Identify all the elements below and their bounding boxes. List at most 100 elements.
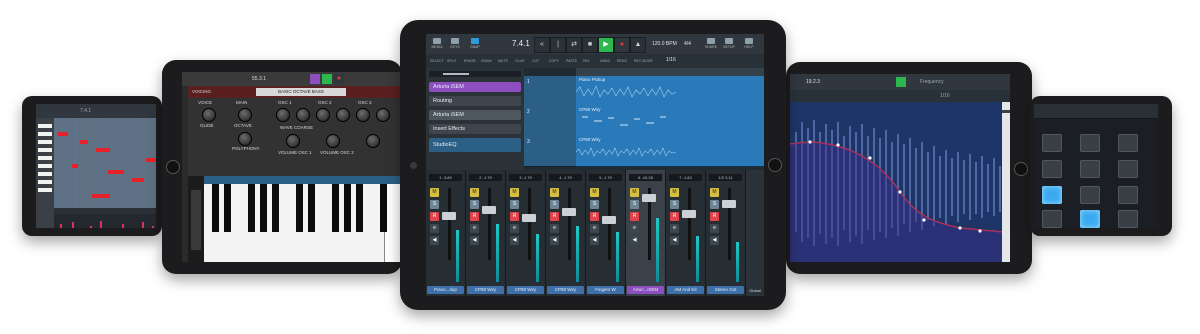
solo-button[interactable]: S bbox=[590, 200, 599, 209]
quantize-display[interactable]: 1/16 bbox=[666, 57, 676, 63]
global-panel[interactable]: Global bbox=[746, 170, 764, 296]
preset-tab[interactable]: VOICING bbox=[192, 89, 211, 94]
channel-name[interactable]: CP80 Wiry bbox=[547, 286, 584, 294]
pan-display[interactable]: 2 -1.79 bbox=[469, 174, 502, 181]
track-header[interactable]: 2 bbox=[524, 106, 576, 137]
volume-fader[interactable] bbox=[722, 200, 736, 208]
metronome-button[interactable]: ▲ bbox=[630, 37, 646, 53]
mute-button[interactable]: M bbox=[710, 188, 719, 197]
osc1-wave-knob[interactable] bbox=[276, 108, 290, 122]
black-key[interactable] bbox=[380, 184, 387, 232]
channel-name[interactable]: Piano...dup bbox=[427, 286, 464, 294]
automation-editor[interactable] bbox=[790, 102, 1010, 262]
monitor-button[interactable]: ◀ bbox=[710, 236, 719, 245]
record-arm-button[interactable]: R bbox=[470, 212, 479, 221]
volume-fader[interactable] bbox=[522, 214, 536, 222]
edit-button[interactable]: e bbox=[550, 224, 559, 233]
routing-row[interactable]: Routing bbox=[429, 96, 521, 106]
volume-fader[interactable] bbox=[602, 216, 616, 224]
solo-button[interactable]: S bbox=[470, 200, 479, 209]
pan-display[interactable]: 6 -10.28 bbox=[629, 174, 662, 181]
tool-draw[interactable]: DRAW bbox=[481, 59, 492, 63]
synth-record-button[interactable]: ● bbox=[334, 74, 344, 84]
monitor-button[interactable]: ◀ bbox=[510, 236, 519, 245]
monitor-button[interactable]: ◀ bbox=[590, 236, 599, 245]
tool-cut[interactable]: CUT bbox=[532, 59, 539, 63]
cycle-button[interactable]: ⇄ bbox=[566, 37, 582, 53]
pan-display[interactable]: 1 -3.89 bbox=[429, 174, 462, 181]
tool-erase[interactable]: ERASE bbox=[464, 59, 476, 63]
rewind-button[interactable]: « bbox=[534, 37, 550, 53]
edit-button[interactable]: e bbox=[430, 224, 439, 233]
mute-button[interactable]: M bbox=[430, 188, 439, 197]
pan-display[interactable]: 3 -1.79 bbox=[509, 174, 542, 181]
tool-select[interactable]: SELECT bbox=[430, 59, 444, 63]
preset-name[interactable]: BASIC OCTAVE BASS bbox=[256, 88, 346, 96]
monitor-button[interactable]: ◀ bbox=[470, 236, 479, 245]
drum-pad[interactable] bbox=[1042, 210, 1062, 228]
black-key[interactable] bbox=[296, 184, 303, 232]
mixer-channel[interactable]: 2 -1.79 M S Re ◀ CP80 Wiry bbox=[466, 170, 506, 296]
mute-button[interactable]: M bbox=[550, 188, 559, 197]
share-button[interactable]: SHARE bbox=[704, 37, 718, 51]
channel-name[interactable]: AM And Kit bbox=[667, 286, 704, 294]
mute-button[interactable]: M bbox=[630, 188, 639, 197]
monitor-button[interactable]: ◀ bbox=[630, 236, 639, 245]
tool-rec-mode[interactable]: REC MODE bbox=[634, 59, 653, 63]
mute-button[interactable]: M bbox=[670, 188, 679, 197]
mixer-channel[interactable]: 7 -1.83 M S Re ◀ AM And Kit bbox=[666, 170, 706, 296]
drum-pad[interactable] bbox=[1080, 186, 1100, 204]
record-arm-button[interactable]: R bbox=[590, 212, 599, 221]
glide-knob[interactable] bbox=[202, 108, 216, 122]
synth-play-button[interactable] bbox=[322, 74, 332, 84]
edit-button[interactable]: e bbox=[510, 224, 519, 233]
record-arm-button[interactable]: R bbox=[550, 212, 559, 221]
solo-button[interactable]: S bbox=[630, 200, 639, 209]
position-display[interactable]: 7.4.1 bbox=[512, 39, 530, 48]
octave-knob[interactable] bbox=[238, 108, 252, 122]
help-button[interactable]: HELP bbox=[742, 37, 756, 51]
channel-name[interactable]: CP80 Wiry bbox=[507, 286, 544, 294]
tool-del[interactable]: DEL bbox=[583, 59, 590, 63]
solo-button[interactable]: S bbox=[510, 200, 519, 209]
drum-pad[interactable] bbox=[1118, 160, 1138, 178]
keys-button[interactable]: KEYS bbox=[448, 37, 462, 51]
drum-pad[interactable] bbox=[1042, 160, 1062, 178]
track[interactable]: 3 CP80 Wiry bbox=[524, 136, 764, 167]
tool-mute[interactable]: MUTE bbox=[498, 59, 508, 63]
channel-name[interactable]: Fingers W bbox=[587, 286, 624, 294]
black-key[interactable] bbox=[212, 184, 219, 232]
inspector-volume-bar[interactable] bbox=[429, 71, 521, 77]
edit-button[interactable]: e bbox=[590, 224, 599, 233]
track[interactable]: 1 Piano Pickup bbox=[524, 76, 764, 107]
tempo-display[interactable]: 120.0 BPM bbox=[652, 41, 677, 47]
plugin-row[interactable]: StudioEQ bbox=[429, 138, 521, 152]
edit-button[interactable]: e bbox=[630, 224, 639, 233]
pan-display[interactable]: 1/2 3.11 bbox=[709, 174, 742, 181]
channel-name[interactable]: Arturi...iSEM bbox=[627, 286, 664, 294]
tool-split[interactable]: SPLIT bbox=[447, 59, 457, 63]
osc1-volume-knob[interactable] bbox=[286, 134, 300, 148]
solo-button[interactable]: S bbox=[670, 200, 679, 209]
tool-paste[interactable]: PASTE bbox=[566, 59, 577, 63]
mute-button[interactable]: M bbox=[510, 188, 519, 197]
mixer-channel[interactable]: 5 -1.79 M S Re ◀ Fingers W bbox=[586, 170, 626, 296]
tool-glue[interactable]: GLUE bbox=[515, 59, 525, 63]
pan-display[interactable]: 5 -1.79 bbox=[589, 174, 622, 181]
mute-button[interactable]: M bbox=[590, 188, 599, 197]
setup-button[interactable]: SETUP bbox=[722, 37, 736, 51]
channel-name[interactable]: Stereo Out bbox=[707, 286, 744, 294]
osc3-wave-knob[interactable] bbox=[356, 108, 370, 122]
track-lane[interactable]: CP80 Wiry bbox=[576, 106, 764, 137]
drum-pad[interactable] bbox=[1080, 160, 1100, 178]
volume-fader[interactable] bbox=[642, 194, 656, 202]
monitor-button[interactable]: ◀ bbox=[550, 236, 559, 245]
volume-fader[interactable] bbox=[682, 210, 696, 218]
osc2-wave-knob[interactable] bbox=[316, 108, 330, 122]
black-key[interactable] bbox=[224, 184, 231, 232]
record-button[interactable]: ● bbox=[614, 37, 630, 53]
black-key[interactable] bbox=[248, 184, 255, 232]
mixer-channel[interactable]: 6 -10.28 M S Re ◀ Arturi...iSEM bbox=[626, 170, 666, 296]
record-arm-button[interactable]: R bbox=[710, 212, 719, 221]
volume-fader[interactable] bbox=[562, 208, 576, 216]
